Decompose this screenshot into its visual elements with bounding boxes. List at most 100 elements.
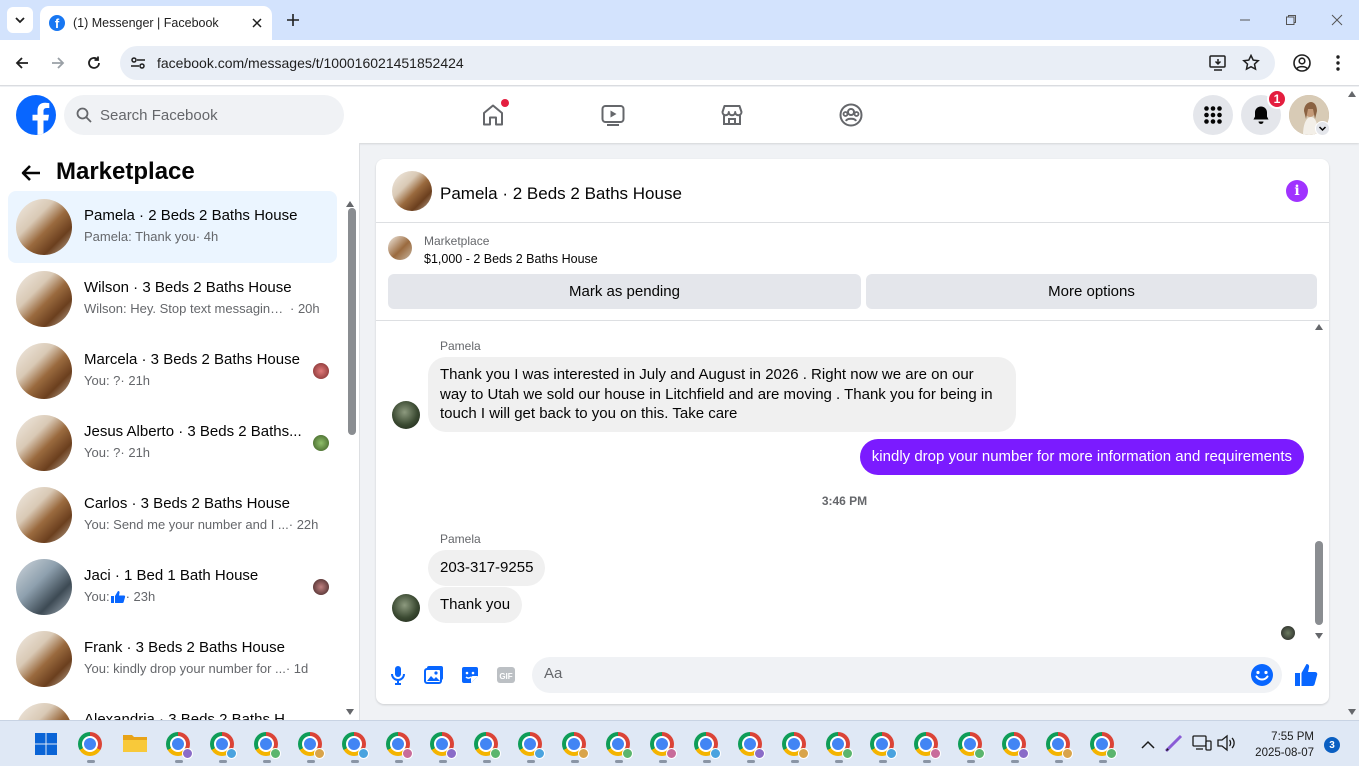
conversation-snippet: You: ? (84, 445, 121, 460)
groups-icon[interactable] (835, 99, 867, 131)
message-list: Pamela Thank you I was interested in Jul… (376, 321, 1329, 647)
incoming-message[interactable]: 203-317-9255 (428, 550, 546, 586)
conversation-item-jaci[interactable]: Jaci · 1 Bed 1 Bath House You: · 23h (8, 551, 337, 623)
sender-avatar[interactable] (392, 594, 420, 622)
search-input[interactable] (100, 106, 320, 124)
like-thumbs-up-icon[interactable] (1293, 662, 1319, 688)
chrome-profile-taskbar-icon[interactable] (826, 732, 853, 763)
incoming-message[interactable]: Thank you I was interested in July and A… (428, 357, 1016, 432)
site-settings-icon[interactable] (129, 54, 147, 72)
facebook-logo-icon[interactable] (16, 95, 56, 135)
reload-icon[interactable] (82, 51, 106, 75)
restore-window-icon[interactable] (1281, 10, 1301, 30)
chrome-profile-taskbar-icon[interactable] (474, 732, 501, 763)
notification-count-badge: 1 (1267, 89, 1287, 109)
bookmark-star-icon[interactable] (1242, 53, 1260, 72)
chrome-profile-taskbar-icon[interactable] (254, 732, 281, 763)
microphone-icon[interactable] (386, 663, 410, 687)
browser-toolbar: facebook.com/messages/t/1000160214518524… (0, 40, 1359, 86)
info-icon[interactable]: i (1286, 180, 1308, 202)
system-clock[interactable]: 7:55 PM 2025-08-07 (1244, 729, 1314, 761)
gif-icon[interactable]: GIF (494, 663, 518, 687)
notification-center-badge[interactable]: 3 (1324, 737, 1340, 753)
chrome-profile-taskbar-icon[interactable] (1090, 732, 1117, 763)
browser-tab[interactable]: f (1) Messenger | Facebook (40, 6, 272, 40)
network-display-icon[interactable] (1192, 734, 1212, 752)
chrome-profile-taskbar-icon[interactable] (166, 732, 193, 763)
conversation-time: · 23h (125, 589, 156, 604)
chrome-profile-taskbar-icon[interactable] (210, 732, 237, 763)
marketplace-icon[interactable] (716, 99, 748, 131)
page-scrollbar[interactable] (1345, 87, 1359, 720)
chrome-profile-taskbar-icon[interactable] (386, 732, 413, 763)
conversation-item-carlos[interactable]: Carlos · 3 Beds 2 Baths House You: Send … (8, 479, 337, 551)
chrome-profile-taskbar-icon[interactable] (1002, 732, 1029, 763)
conversation-item-jesus-alberto[interactable]: Jesus Alberto · 3 Beds 2 Baths... You: ?… (8, 407, 337, 479)
back-arrow-icon[interactable] (10, 51, 34, 75)
chrome-profile-taskbar-icon[interactable] (782, 732, 809, 763)
chrome-profile-taskbar-icon[interactable] (518, 732, 545, 763)
conversation-item-marcela[interactable]: Marcela · 3 Beds 2 Baths House You: ? · … (8, 335, 337, 407)
listing-thumbnail-small[interactable] (388, 236, 412, 260)
sticker-icon[interactable] (458, 663, 482, 687)
sidebar-scrollbar-thumb[interactable] (348, 208, 356, 435)
chrome-profile-taskbar-icon[interactable] (650, 732, 677, 763)
chrome-taskbar-icon[interactable] (78, 732, 104, 763)
address-bar[interactable]: facebook.com/messages/t/1000160214518524… (120, 46, 1275, 80)
chat-listing-avatar[interactable] (392, 171, 432, 211)
tab-search-dropdown-button[interactable] (7, 7, 33, 33)
outgoing-message[interactable]: kindly drop your number for more informa… (859, 439, 1304, 475)
clock-time: 7:55 PM (1271, 731, 1314, 743)
chrome-profile-taskbar-icon[interactable] (958, 732, 985, 763)
mark-as-pending-button[interactable]: Mark as pending (388, 274, 861, 309)
file-explorer-icon[interactable] (122, 732, 148, 758)
chrome-profile-taskbar-icon[interactable] (606, 732, 633, 763)
emoji-icon[interactable] (1250, 663, 1274, 687)
back-arrow-icon[interactable] (20, 161, 44, 185)
sender-avatar[interactable] (392, 401, 420, 429)
listing-price-title[interactable]: $1,000 - 2 Beds 2 Baths House (424, 252, 598, 266)
gif-label: GIF (499, 672, 512, 681)
chrome-profile-taskbar-icon[interactable] (342, 732, 369, 763)
chat-title[interactable]: Pamela · 2 Beds 2 Baths House (440, 184, 682, 204)
url-text[interactable]: facebook.com/messages/t/1000160214518524… (157, 55, 464, 71)
conversation-item-alexandria[interactable]: Alexandria · 3 Beds 2 Baths House (8, 695, 337, 720)
more-options-button[interactable]: More options (866, 274, 1317, 309)
chrome-profile-taskbar-icon[interactable] (430, 732, 457, 763)
profile-icon[interactable] (1290, 51, 1314, 75)
chrome-profile-taskbar-icon[interactable] (298, 732, 325, 763)
chat-scrollbar-thumb[interactable] (1315, 541, 1323, 625)
windows-start-icon[interactable] (34, 732, 60, 758)
message-input-box[interactable] (532, 657, 1282, 693)
browser-menu-icon[interactable] (1326, 51, 1350, 75)
close-window-icon[interactable] (1327, 10, 1347, 30)
new-tab-button[interactable] (282, 9, 304, 31)
chrome-profile-taskbar-icon[interactable] (694, 732, 721, 763)
forward-arrow-icon[interactable] (46, 51, 70, 75)
chrome-profile-taskbar-icon[interactable] (738, 732, 765, 763)
menu-grid-icon[interactable] (1193, 95, 1233, 135)
chrome-profile-taskbar-icon[interactable] (870, 732, 897, 763)
minimize-window-icon[interactable] (1235, 10, 1255, 30)
conversation-name: Marcela · 3 Beds 2 Baths House (84, 351, 300, 368)
close-tab-icon[interactable] (246, 12, 268, 34)
message-sender-name: Pamela (440, 339, 481, 353)
message-input[interactable] (544, 665, 1234, 682)
photo-icon[interactable] (422, 663, 446, 687)
conversation-item-wilson[interactable]: Wilson · 3 Beds 2 Baths House Wilson: He… (8, 263, 337, 335)
search-box[interactable] (64, 95, 344, 135)
install-app-icon[interactable] (1208, 54, 1228, 72)
conversation-item-frank[interactable]: Frank · 3 Beds 2 Baths House You: kindly… (8, 623, 337, 695)
account-menu-chevron-icon[interactable] (1315, 121, 1330, 136)
video-icon[interactable] (597, 99, 629, 131)
pen-icon[interactable] (1164, 733, 1184, 753)
conversation-snippet: You: ? (84, 373, 121, 388)
show-hidden-icons-chevron-icon[interactable] (1141, 737, 1157, 751)
home-icon[interactable] (477, 99, 509, 131)
volume-icon[interactable] (1216, 734, 1236, 752)
incoming-message[interactable]: Thank you (428, 587, 523, 623)
chrome-profile-taskbar-icon[interactable] (914, 732, 941, 763)
conversation-item-pamela[interactable]: Pamela · 2 Beds 2 Baths House Pamela: Th… (8, 191, 337, 263)
chrome-profile-taskbar-icon[interactable] (1046, 732, 1073, 763)
chrome-profile-taskbar-icon[interactable] (562, 732, 589, 763)
